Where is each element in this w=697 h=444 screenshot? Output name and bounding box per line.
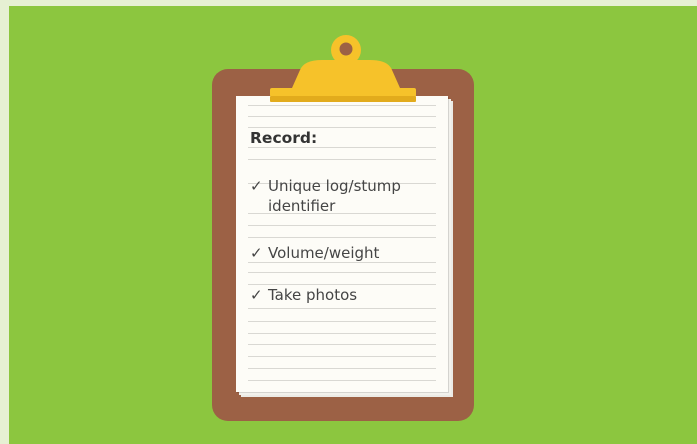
check-icon: ✓ bbox=[250, 286, 263, 304]
checklist-item: ✓ Unique log/stump identifier bbox=[250, 176, 446, 216]
checklist-item: ✓ Take photos bbox=[250, 285, 446, 305]
checklist-item-label: Volume/weight bbox=[268, 244, 380, 262]
ruled-line bbox=[248, 368, 436, 369]
ruled-line bbox=[248, 116, 436, 117]
ruled-line bbox=[248, 105, 436, 106]
ruled-line bbox=[248, 344, 436, 345]
ruled-line bbox=[248, 321, 436, 322]
ruled-line bbox=[248, 147, 436, 148]
clipboard-clip-icon bbox=[270, 35, 416, 102]
ruled-line bbox=[248, 127, 436, 128]
checklist-item-label: Unique log/stump identifier bbox=[268, 177, 401, 215]
checklist-item-label: Take photos bbox=[268, 286, 358, 304]
ruled-line bbox=[248, 380, 436, 381]
checklist-title: Record: bbox=[250, 129, 318, 147]
ruled-line bbox=[248, 356, 436, 357]
ruled-line bbox=[248, 159, 436, 160]
ruled-line bbox=[248, 333, 436, 334]
ruled-line bbox=[248, 272, 436, 273]
ruled-line bbox=[248, 237, 436, 238]
ruled-line bbox=[248, 308, 436, 309]
ruled-line bbox=[248, 225, 436, 226]
checklist-item: ✓ Volume/weight bbox=[250, 243, 446, 263]
paper-sheet: Record: ✓ Unique log/stump identifier ✓ Vo… bbox=[236, 96, 448, 392]
check-icon: ✓ bbox=[250, 177, 263, 195]
check-icon: ✓ bbox=[250, 244, 263, 262]
